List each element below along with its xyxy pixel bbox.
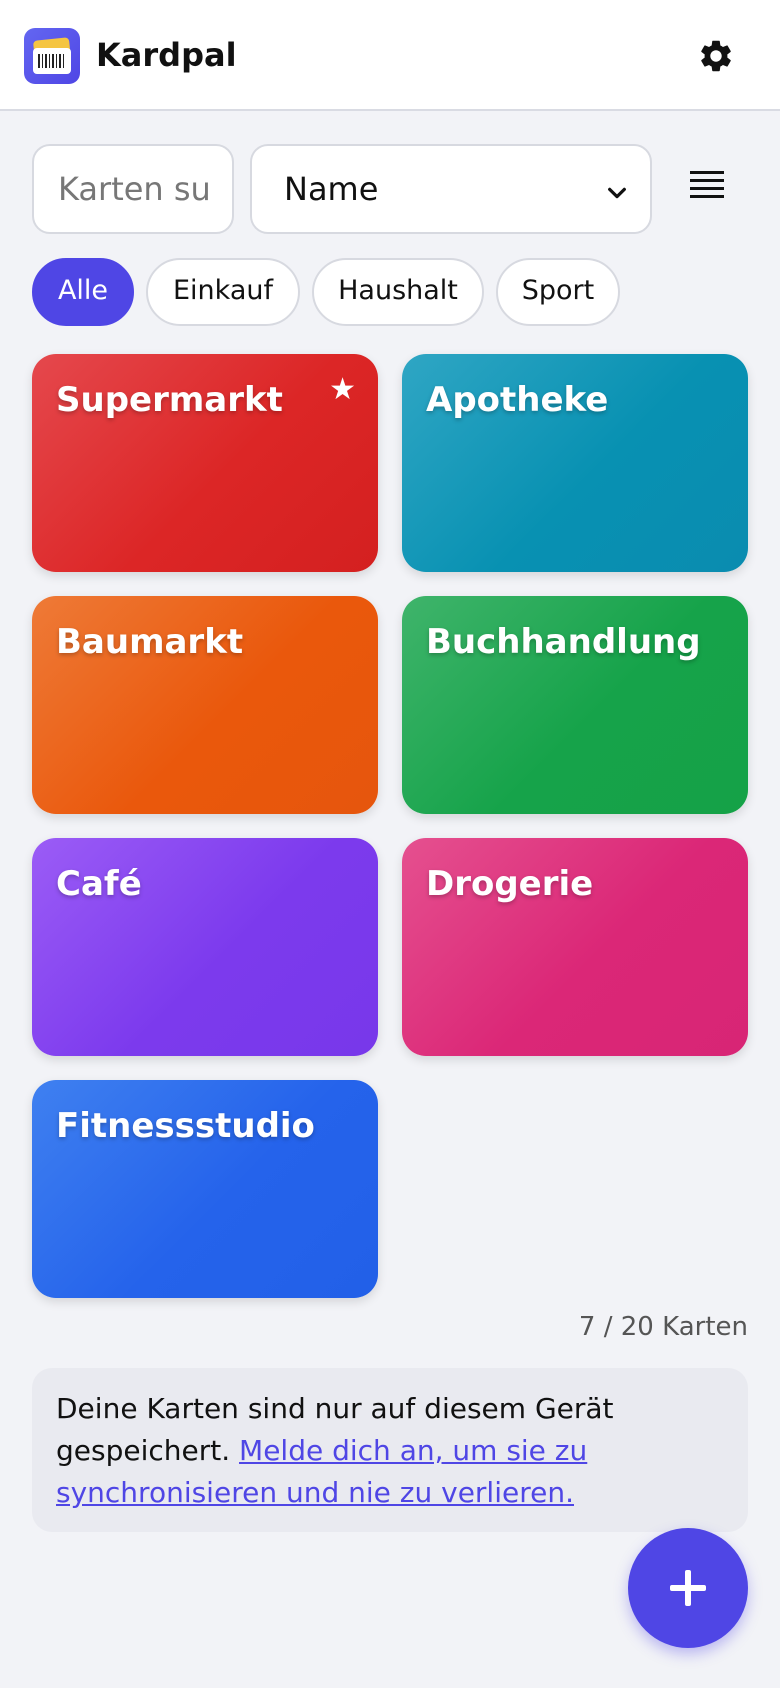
gear-icon[interactable] xyxy=(697,37,735,75)
card-name: Baumarkt xyxy=(56,622,244,662)
card-name: Apotheke xyxy=(426,380,609,420)
add-card-button[interactable] xyxy=(628,1528,748,1648)
card-apotheke[interactable]: Apotheke xyxy=(402,354,748,572)
card-fitnessstudio[interactable]: Fitnessstudio xyxy=(32,1080,378,1298)
star-icon: ★ xyxy=(329,372,356,407)
plus-icon xyxy=(670,1570,706,1606)
search-input[interactable] xyxy=(32,144,234,234)
card-name: Fitnessstudio xyxy=(56,1106,315,1146)
card-supermarkt[interactable]: Supermarkt ★ xyxy=(32,354,378,572)
filter-chip-alle[interactable]: Alle xyxy=(32,258,134,326)
card-cafe[interactable]: Café xyxy=(32,838,378,1056)
card-baumarkt[interactable]: Baumarkt xyxy=(32,596,378,814)
card-buchhandlung[interactable]: Buchhandlung xyxy=(402,596,748,814)
chevron-down-icon xyxy=(608,187,626,199)
sort-select-value: Name xyxy=(284,170,379,208)
card-name: Café xyxy=(56,864,142,904)
card-name: Supermarkt xyxy=(56,380,283,420)
list-view-icon[interactable] xyxy=(688,168,728,202)
card-name: Buchhandlung xyxy=(426,622,701,662)
top-app-bar: Kardpal xyxy=(0,0,780,111)
card-drogerie[interactable]: Drogerie xyxy=(402,838,748,1056)
filter-chip-haushalt[interactable]: Haushalt xyxy=(312,258,484,326)
filter-chip-sport[interactable]: Sport xyxy=(496,258,620,326)
sort-select[interactable]: Name xyxy=(250,144,652,234)
app-title: Kardpal xyxy=(96,36,237,74)
card-count: 7 / 20 Karten xyxy=(578,1312,748,1342)
filter-chip-einkauf[interactable]: Einkauf xyxy=(146,258,300,326)
wallet-card-icon xyxy=(24,28,80,84)
card-name: Drogerie xyxy=(426,864,594,904)
sync-notice: Deine Karten sind nur auf diesem Gerät g… xyxy=(32,1368,748,1532)
